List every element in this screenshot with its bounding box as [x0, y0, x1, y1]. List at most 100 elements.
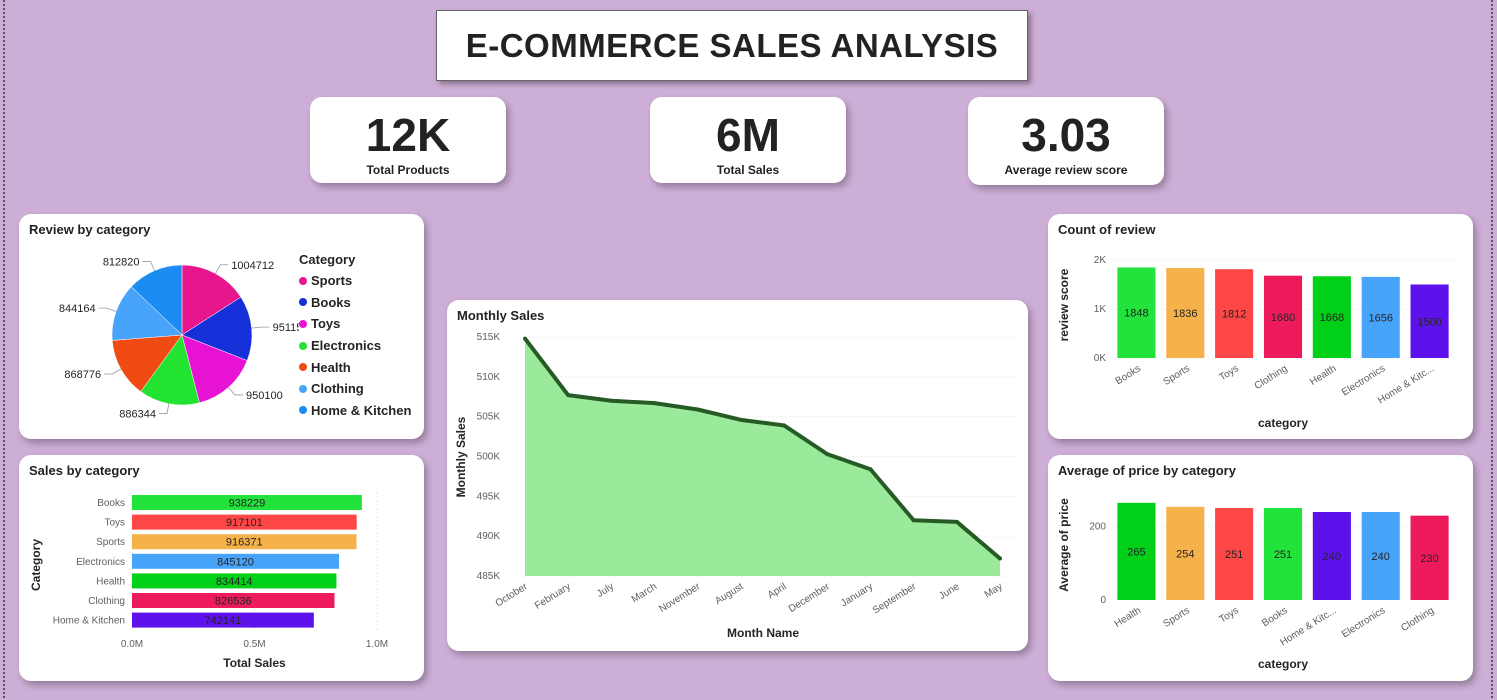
y-axis-title: Average of price	[1057, 498, 1071, 592]
x-tick-label: August	[713, 581, 745, 607]
kpi-label: Total Products	[366, 163, 450, 177]
x-tick-label: Electronics	[1340, 605, 1387, 640]
kpi-card-total-products[interactable]: 12K Total Products	[310, 97, 506, 183]
x-tick-label: April	[766, 581, 789, 601]
y-tick-label: 2K	[1094, 255, 1107, 266]
x-tick-label: February	[533, 581, 573, 612]
y-tick-label: Clothing	[88, 596, 125, 607]
y-tick-label: 1K	[1094, 304, 1107, 315]
legend-label: Books	[311, 294, 351, 310]
x-tick-label: Books	[1114, 363, 1143, 387]
legend-item[interactable]: Books	[299, 292, 411, 314]
pie-data-label: 886344	[119, 409, 156, 421]
x-tick-label: Books	[1260, 605, 1289, 629]
x-tick-label: 0.5M	[243, 639, 265, 650]
y-tick-label: Toys	[104, 518, 125, 529]
legend-swatch	[299, 298, 307, 307]
legend-label: Electronics	[311, 338, 382, 354]
bar-data-label: 1680	[1271, 312, 1295, 324]
bar-data-label: 1668	[1320, 312, 1344, 324]
x-axis-title: Month Name	[727, 626, 799, 640]
legend-title: Category	[299, 252, 356, 267]
kpi-value: 6M	[716, 109, 780, 161]
legend-item[interactable]: Home & Kitchen	[299, 400, 411, 422]
x-tick-label: Health	[1113, 605, 1143, 630]
pie-leader-line	[215, 264, 229, 274]
x-tick-label: January	[839, 581, 875, 609]
bar-data-label: 845120	[217, 556, 254, 568]
y-tick-label: 510K	[477, 372, 501, 383]
legend-item[interactable]: Sports	[299, 270, 411, 292]
kpi-card-total-sales[interactable]: 6M Total Sales	[650, 97, 846, 183]
kpi-label: Total Sales	[716, 163, 780, 177]
data-point	[695, 407, 700, 412]
bar-data-label: 826536	[215, 596, 252, 608]
monthly-sales-area-chart[interactable]: 485K 490K 495K 500K 505K 510K 515K October Febru…	[447, 300, 1028, 651]
x-tick-label: Sports	[1162, 363, 1192, 388]
x-tick-label: Toys	[1217, 605, 1240, 625]
legend-label: Sports	[311, 273, 353, 289]
bar-data-label: 1656	[1368, 312, 1392, 324]
report-title-box: E-COMMERCE SALES ANALYSIS	[436, 10, 1028, 81]
bar-data-label: 1812	[1222, 309, 1246, 321]
bar-data-label: 742141	[205, 615, 242, 627]
x-tick-label: Clothing	[1399, 605, 1436, 634]
review-pie-chart[interactable]: 1004712 951156 950100 886344 868776 844164 812…	[19, 214, 299, 439]
sales-bar-chart[interactable]: 0.0M 0.5M 1.0M Books 938229 Toys 917101 Sports 9…	[19, 455, 424, 681]
bar-data-label: 265	[1127, 546, 1145, 558]
legend-item[interactable]: Clothing	[299, 378, 411, 400]
data-point	[652, 401, 657, 406]
legend-item[interactable]: Health	[299, 356, 411, 378]
x-axis-title: category	[1258, 657, 1308, 671]
pie-leader-line	[158, 403, 170, 414]
bar-data-label: 1500	[1417, 316, 1441, 328]
count-of-review-card[interactable]: Count of review 0K 1K 2K 1848 Books 1836 Sport…	[1048, 214, 1473, 439]
x-tick-label: Sports	[1162, 605, 1192, 630]
avg-price-bar-chart[interactable]: 0 200 265 Health 254 Sports 251 Toys 251 Books 240…	[1048, 455, 1473, 681]
y-tick-label: Electronics	[76, 557, 125, 568]
data-point	[954, 519, 959, 524]
pie-data-label: 868776	[64, 369, 101, 381]
kpi-value: 3.03	[1021, 109, 1111, 161]
y-axis-title: review score	[1057, 268, 1071, 341]
legend-label: Health	[311, 359, 351, 375]
data-point	[738, 417, 743, 422]
pie-data-label: 812820	[103, 256, 140, 268]
legend-swatch	[299, 276, 307, 285]
y-tick-label: 500K	[477, 452, 501, 463]
legend-swatch	[299, 406, 307, 415]
y-tick-label: 0	[1100, 595, 1106, 606]
sales-by-category-card[interactable]: Sales by category 0.0M 0.5M 1.0M Books 93822…	[19, 455, 424, 681]
pie-data-label: 844164	[59, 303, 96, 315]
y-tick-label: Home & Kitchen	[53, 616, 125, 627]
pie-leader-line	[104, 368, 122, 375]
legend-item[interactable]: Toys	[299, 313, 411, 335]
bar-data-label: 240	[1323, 551, 1341, 563]
y-axis-title: Monthly Sales	[454, 416, 468, 497]
bar-data-label: 254	[1176, 548, 1194, 560]
x-tick-label: December	[787, 581, 833, 615]
bar-data-label: 916371	[226, 537, 263, 549]
x-tick-label: Electronics	[1340, 363, 1387, 398]
pie-data-label: 1004712	[231, 260, 274, 272]
x-tick-label: Toys	[1217, 363, 1240, 383]
bar-data-label: 251	[1225, 549, 1243, 561]
bar-data-label: 1836	[1173, 308, 1197, 320]
pie-leader-line	[142, 261, 155, 271]
legend-swatch	[299, 384, 307, 393]
x-axis-title: Total Sales	[223, 656, 286, 670]
review-by-category-card[interactable]: Review by category 100471295115695010088…	[19, 214, 424, 439]
monthly-sales-card[interactable]: Monthly Sales 485K 490K 495K 500K 505K 510K 51…	[447, 300, 1028, 651]
x-tick-label: June	[937, 581, 962, 602]
count-review-bar-chart[interactable]: 0K 1K 2K 1848 Books 1836 Sports 1812 Toys 1680 Clo…	[1048, 214, 1473, 439]
bar-data-label: 938229	[229, 498, 266, 510]
legend-label: Toys	[311, 316, 341, 332]
legend-item[interactable]: Electronics	[299, 335, 411, 357]
x-tick-label: Health	[1308, 363, 1338, 388]
legend-swatch	[299, 363, 307, 372]
kpi-card-average-review-score[interactable]: 3.03 Average review score	[968, 97, 1164, 185]
area-fill	[525, 338, 1000, 576]
avg-price-card[interactable]: Average of price by category 0 200 265 Heal…	[1048, 455, 1473, 681]
y-tick-label: Books	[97, 498, 125, 509]
legend-label: Home & Kitchen	[311, 402, 412, 418]
